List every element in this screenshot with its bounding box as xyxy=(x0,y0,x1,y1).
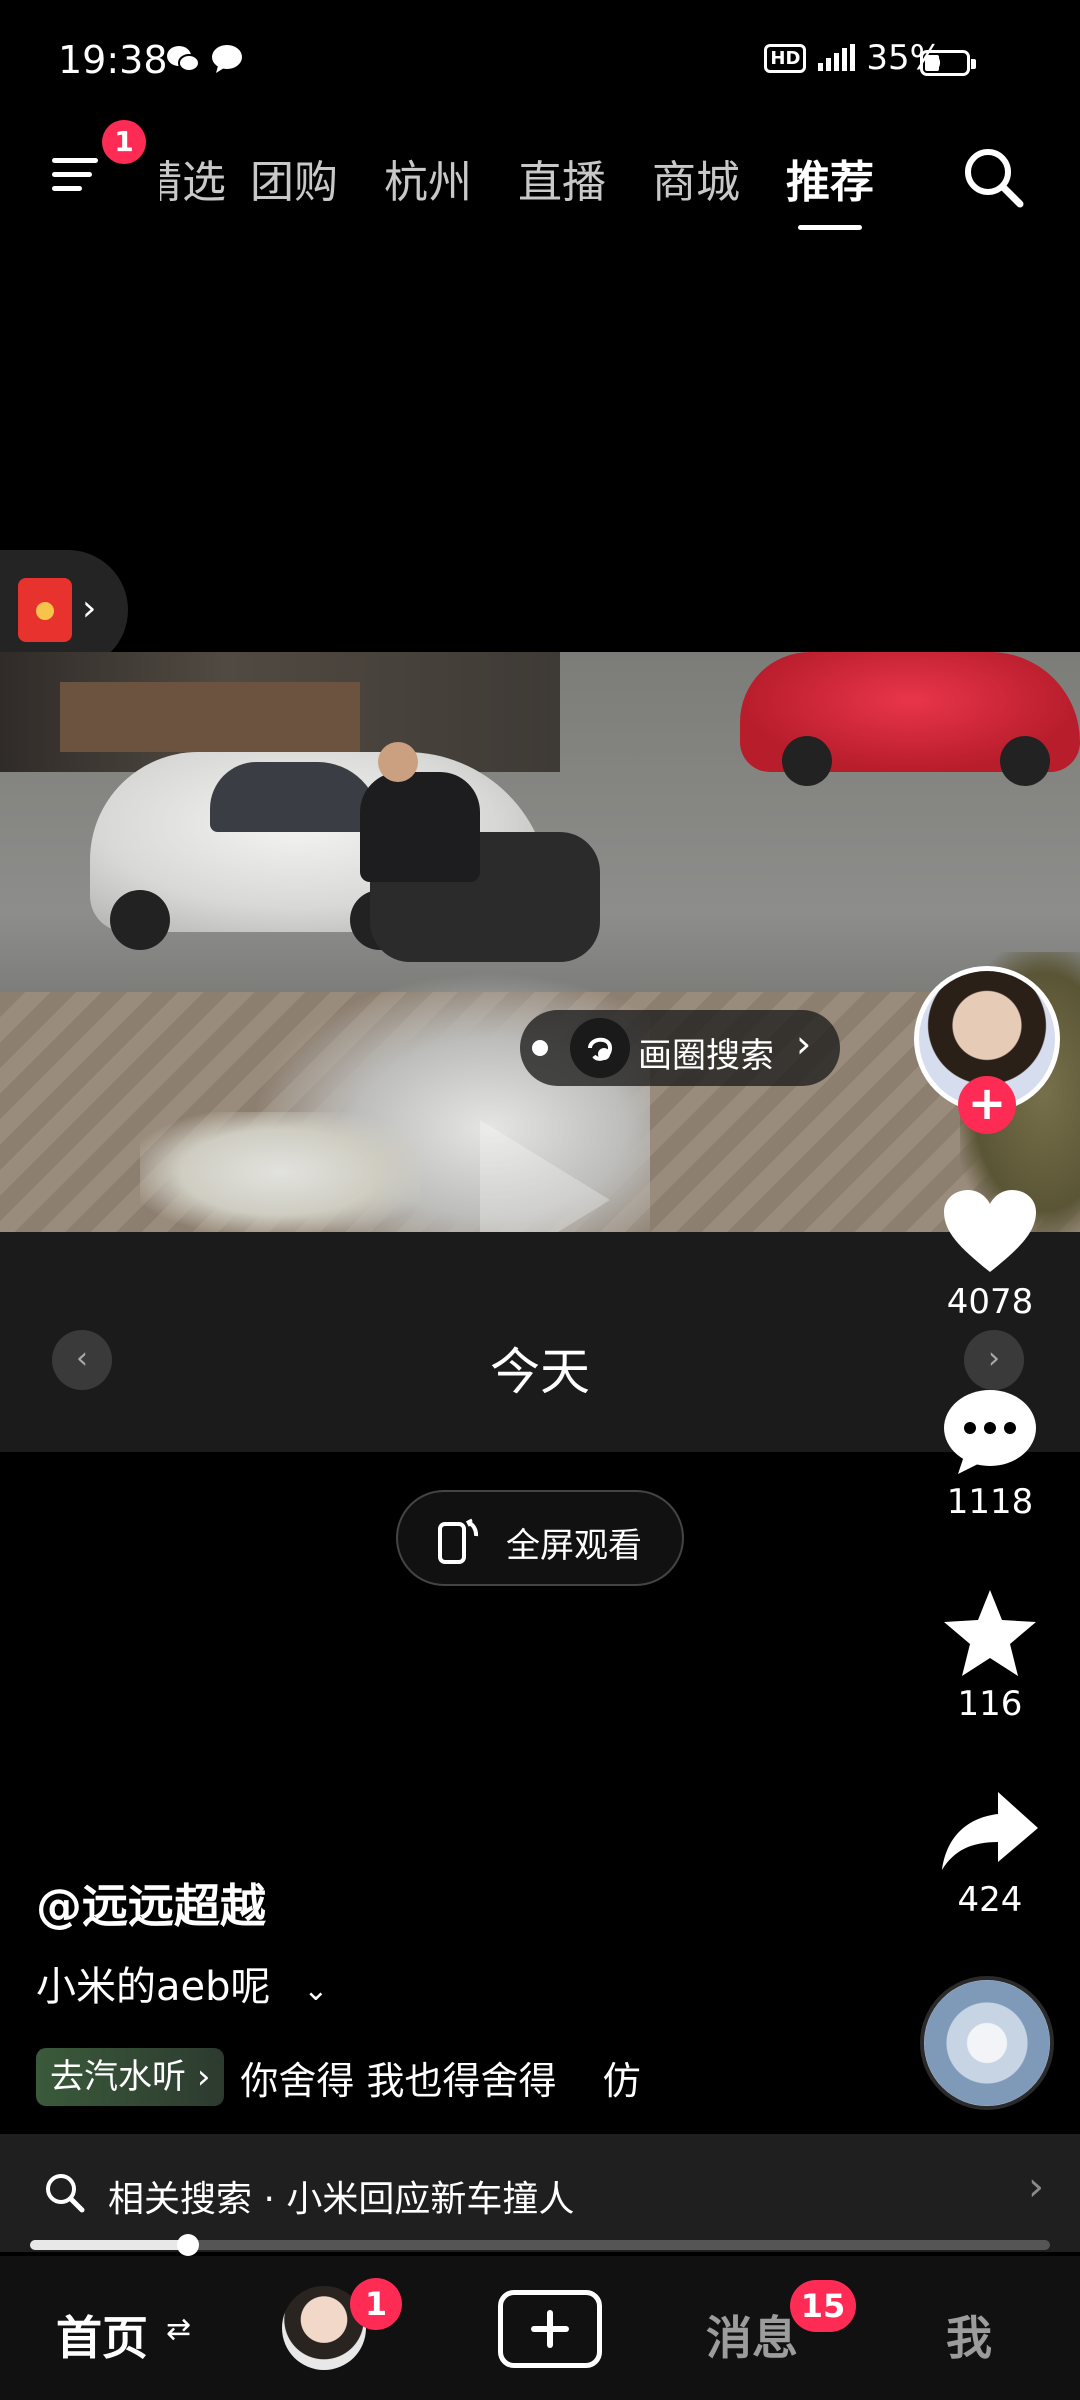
music-row[interactable]: 去汽水听 › 你舍得 我也得舍得 仿 xyxy=(36,2048,641,2106)
favorite-count: 116 xyxy=(957,1684,1023,1724)
video-scene-goods xyxy=(140,1112,420,1232)
description-text: 小米的aeb呢 xyxy=(36,1964,271,2010)
like-button[interactable]: 4078 xyxy=(920,1186,1060,1322)
red-envelope-icon xyxy=(18,578,72,642)
status-time: 19:38 xyxy=(58,38,168,82)
status-right: HD 35% xyxy=(764,38,942,78)
follow-plus-icon[interactable]: + xyxy=(958,1076,1016,1134)
related-search-bar[interactable]: 相关搜索 · 小米回应新车撞人 › xyxy=(0,2134,1080,2252)
comment-button[interactable]: 1118 xyxy=(920,1386,1060,1522)
like-count: 4078 xyxy=(946,1282,1034,1322)
bottom-nav: 首页 ⇄ 1 消息 15 我 xyxy=(0,2256,1080,2400)
top-nav: 1 精选 团购 杭州 直播 商城 推荐 xyxy=(0,120,1080,230)
video-scene-red-car xyxy=(740,652,1080,786)
battery-icon xyxy=(920,50,976,76)
music-title-text: 你舍得 我也得舍得 xyxy=(240,2058,557,2103)
tab-hangzhou[interactable]: 杭州 xyxy=(384,146,472,210)
search-icon xyxy=(46,2174,85,2213)
music-tag-label: 去汽水听 xyxy=(50,2057,186,2097)
tab-featured[interactable]: 精选 xyxy=(160,146,226,210)
friends-badge: 1 xyxy=(350,2278,402,2330)
post-description[interactable]: 小米的aeb呢 ⌄ xyxy=(36,1954,328,2012)
fullscreen-icon xyxy=(438,1518,479,1564)
chevron-right-icon: › xyxy=(196,2057,211,2097)
music-title-tail: 仿 xyxy=(602,2058,641,2103)
music-title: 你舍得 我也得舍得 仿 xyxy=(240,2050,640,2105)
wechat-icon xyxy=(167,46,200,72)
chevron-right-icon: › xyxy=(796,1022,812,1066)
tab-mall[interactable]: 商城 xyxy=(652,146,740,210)
progress-knob[interactable] xyxy=(177,2234,200,2256)
video-progress-bar[interactable] xyxy=(30,2234,1050,2256)
music-disc-icon[interactable] xyxy=(920,1976,1054,2110)
chevron-right-icon: › xyxy=(1028,2164,1044,2210)
chevron-right-icon[interactable]: › xyxy=(964,1330,1024,1390)
signal-icon xyxy=(818,44,856,71)
messages-badge: 15 xyxy=(790,2280,856,2332)
dot-icon xyxy=(532,1040,548,1056)
video-scene-rider xyxy=(360,742,480,882)
share-arrow-icon xyxy=(942,1792,1038,1870)
star-icon xyxy=(944,1590,1036,1676)
comment-count: 1118 xyxy=(946,1482,1034,1522)
circle-search-button[interactable]: 画圈搜索 › xyxy=(520,1010,840,1086)
fullscreen-label: 全屏观看 xyxy=(506,1526,642,1566)
comment-icon xyxy=(944,1390,1036,1474)
menu-button[interactable] xyxy=(48,150,108,200)
fullscreen-button[interactable]: 全屏观看 xyxy=(396,1490,684,1586)
nav-home[interactable]: 首页 xyxy=(56,2302,148,2368)
menu-badge: 1 xyxy=(102,120,146,164)
author-name[interactable]: @远远超越 xyxy=(36,1870,266,1936)
music-tag[interactable]: 去汽水听 › xyxy=(36,2048,225,2106)
tab-recommend[interactable]: 推荐 xyxy=(786,146,874,230)
nav-messages[interactable]: 消息 xyxy=(706,2302,798,2368)
nav-me[interactable]: 我 xyxy=(946,2302,992,2368)
create-post-button[interactable] xyxy=(498,2290,602,2368)
feed-tabs: 精选 团购 杭州 直播 商城 推荐 xyxy=(148,146,874,230)
tab-group-buy[interactable]: 团购 xyxy=(250,146,338,210)
chevron-down-icon[interactable]: ⌄ xyxy=(303,1973,328,2008)
message-icon xyxy=(212,45,242,73)
circle-search-icon xyxy=(570,1018,630,1078)
date-strip: ‹ 今天 › xyxy=(0,1232,1080,1452)
favorite-button[interactable]: 116 xyxy=(920,1588,1060,1724)
share-count: 424 xyxy=(957,1880,1023,1920)
swap-arrows-icon[interactable]: ⇄ xyxy=(166,2312,191,2347)
progress-fill xyxy=(30,2240,189,2250)
share-button[interactable]: 424 xyxy=(920,1790,1060,1920)
chevron-right-icon: › xyxy=(82,588,97,629)
heart-icon xyxy=(944,1190,1036,1272)
search-icon[interactable] xyxy=(958,142,1028,212)
date-label: 今天 xyxy=(490,1343,590,1401)
tab-live[interactable]: 直播 xyxy=(518,146,606,210)
hd-icon: HD xyxy=(764,43,807,73)
status-bar: 19:38 HD 35% xyxy=(0,0,1080,120)
circle-search-label: 画圈搜索 xyxy=(638,1036,774,1076)
related-search-label: 相关搜索 · 小米回应新车撞人 xyxy=(108,2179,575,2220)
